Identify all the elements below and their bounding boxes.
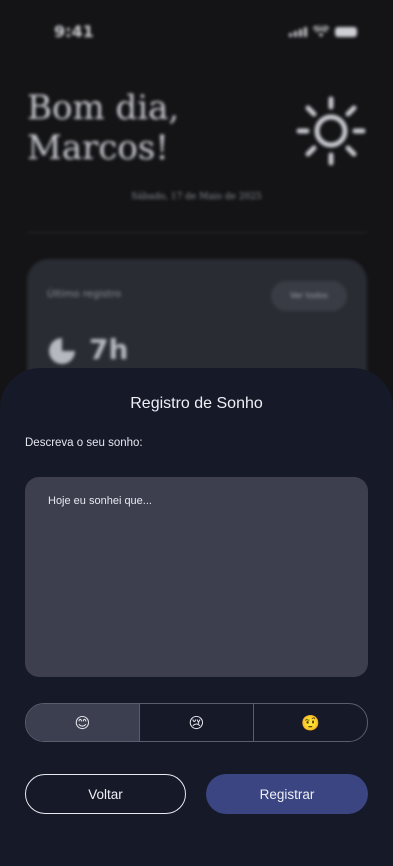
status-icons <box>289 26 357 37</box>
dream-description-label: Descreva o seu sonho: <box>25 437 143 449</box>
greeting: Bom dia, Marcos! <box>27 88 277 168</box>
sun-icon <box>296 96 366 166</box>
last-record-label: Último registro <box>47 289 122 300</box>
mood-option-sad[interactable]: 😢 <box>140 704 254 741</box>
greeting-line-1: Bom dia, <box>27 88 180 128</box>
greeting-line-2: Marcos! <box>27 128 169 168</box>
status-bar: 9:41 <box>0 0 393 60</box>
see-all-button[interactable]: Ver todos <box>271 281 347 311</box>
skeptical-face-icon: 🤨 <box>301 713 320 732</box>
cellular-signal-icon <box>289 27 307 37</box>
dream-description-input[interactable]: Hoje eu sonhei que... <box>25 477 368 677</box>
current-date: Sábado, 17 de Maio de 2025 <box>131 192 262 202</box>
moon-icon <box>49 338 75 364</box>
back-button[interactable]: Voltar <box>25 774 186 814</box>
last-record-value: 7h <box>89 333 129 366</box>
sad-face-icon: 😢 <box>188 713 205 732</box>
sheet-title: Registro de Sonho <box>130 395 263 412</box>
register-button[interactable]: Registrar <box>206 774 368 814</box>
dream-record-sheet: Registro de Sonho Descreva o seu sonho: … <box>0 368 393 866</box>
mood-option-happy[interactable]: 😊 <box>26 704 140 741</box>
wifi-icon <box>313 26 329 37</box>
battery-icon <box>335 27 357 37</box>
mood-selector: 😊 😢 🤨 <box>25 703 368 742</box>
happy-face-icon: 😊 <box>74 713 91 732</box>
dream-description-text: Hoje eu sonhei que... <box>48 495 152 507</box>
status-time: 9:41 <box>54 22 94 41</box>
divider <box>27 232 367 233</box>
mood-option-skeptical[interactable]: 🤨 <box>254 704 367 741</box>
